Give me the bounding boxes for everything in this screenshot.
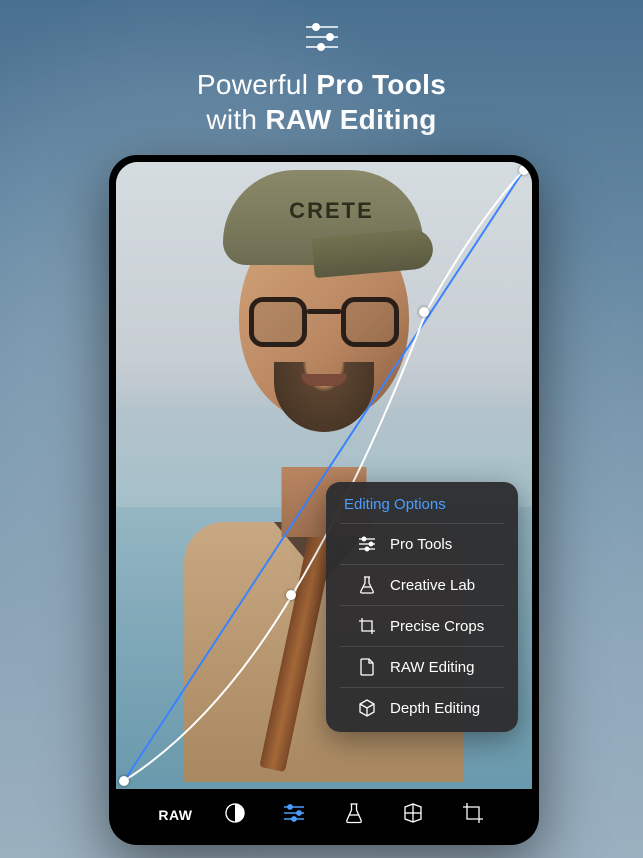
popup-item-label: Precise Crops [390, 618, 484, 635]
promo-headline: Powerful Pro Tools with RAW Editing [0, 67, 643, 137]
headline-1a: Powerful [197, 69, 316, 100]
popup-item-label: Depth Editing [390, 700, 480, 717]
popup-title: Editing Options [326, 494, 518, 523]
popup-item-raw-editing[interactable]: RAW Editing [340, 646, 504, 687]
headline-2b: RAW Editing [265, 104, 436, 135]
popup-item-creative-lab[interactable]: Creative Lab [340, 564, 504, 605]
popup-item-label: Pro Tools [390, 536, 452, 553]
flask-icon [358, 576, 376, 594]
popup-item-label: Creative Lab [390, 577, 475, 594]
toolbar-raw[interactable]: RAW [155, 795, 195, 835]
popup-item-depth-editing[interactable]: Depth Editing [340, 687, 504, 728]
headline-2a: with [206, 104, 265, 135]
curve-handle[interactable] [419, 307, 429, 317]
curve-handle[interactable] [519, 165, 529, 175]
cap-text: CRETE [289, 198, 374, 224]
file-icon [358, 658, 376, 676]
flask-icon [345, 802, 363, 829]
headline-1b: Pro Tools [316, 69, 446, 100]
popup-item-label: RAW Editing [390, 659, 474, 676]
toolbar-contrast[interactable] [215, 795, 255, 835]
photo-subject: CRETE [239, 212, 409, 422]
editing-options-popup: Editing Options Pro Tools [326, 482, 518, 732]
toolbar-sliders[interactable] [274, 795, 314, 835]
toolbar-depth[interactable] [393, 795, 433, 835]
curve-handle[interactable] [119, 776, 129, 786]
popup-item-precise-crops[interactable]: Precise Crops [340, 605, 504, 646]
promo-header: Powerful Pro Tools with RAW Editing [0, 0, 643, 137]
toolbar-crop[interactable] [453, 795, 493, 835]
popup-item-pro-tools[interactable]: Pro Tools [340, 523, 504, 564]
raw-label: RAW [158, 807, 192, 823]
sliders-icon [358, 535, 376, 553]
toolbar-flask[interactable] [334, 795, 374, 835]
device-frame: CRETE Editing Options [109, 155, 539, 845]
depth-grid-icon [402, 802, 424, 829]
sliders-icon [283, 803, 305, 828]
photo-canvas[interactable]: CRETE Editing Options [116, 162, 532, 789]
crop-icon [462, 802, 484, 829]
curve-handle[interactable] [286, 590, 296, 600]
bottom-toolbar: RAW [116, 792, 532, 838]
sliders-icon [304, 22, 340, 57]
cube-icon [358, 699, 376, 717]
crop-icon [358, 617, 376, 635]
half-circle-icon [224, 802, 246, 829]
